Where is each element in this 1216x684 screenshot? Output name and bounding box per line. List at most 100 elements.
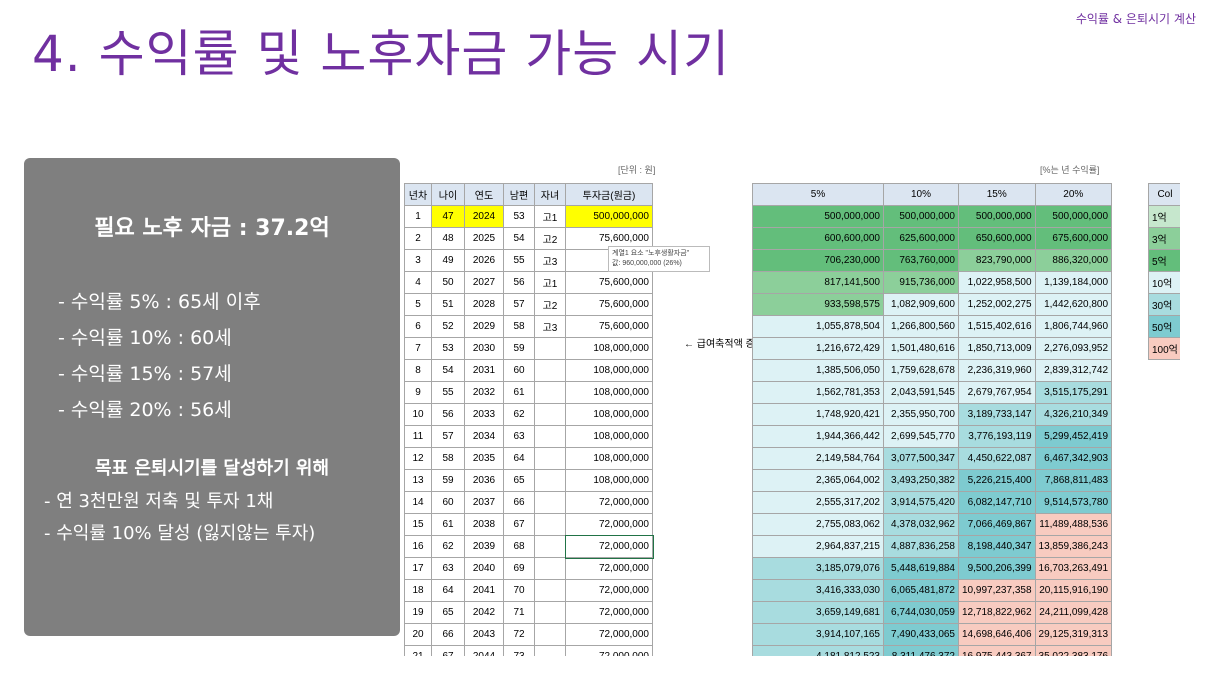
table-cell[interactable]: 12 — [404, 447, 432, 470]
value-cell[interactable]: 1,022,958,500 — [958, 271, 1036, 294]
table-cell[interactable]: 72,000,000 — [565, 557, 653, 580]
table-cell[interactable] — [534, 337, 566, 360]
value-cell[interactable]: 8,198,440,347 — [958, 535, 1036, 558]
table-cell[interactable]: 66 — [503, 491, 535, 514]
table-cell[interactable] — [534, 469, 566, 492]
table-cell[interactable] — [534, 535, 566, 558]
value-cell[interactable]: 500,000,000 — [1034, 205, 1113, 228]
value-cell[interactable]: 2,555,317,202 — [752, 491, 884, 514]
table-cell[interactable]: 72,000,000 — [565, 623, 653, 646]
value-cell[interactable]: 2,276,093,952 — [1034, 337, 1113, 360]
table-cell[interactable]: 53 — [503, 205, 535, 228]
value-cell[interactable]: 7,066,469,867 — [958, 513, 1036, 536]
table-cell[interactable] — [534, 425, 566, 448]
value-cell[interactable]: 1,759,628,678 — [883, 359, 959, 382]
table-cell[interactable]: 72,000,000 — [565, 601, 653, 624]
value-cell[interactable]: 6,744,030,059 — [883, 601, 959, 624]
value-cell[interactable]: 763,760,000 — [883, 249, 959, 272]
table-cell[interactable]: 2043 — [464, 623, 504, 646]
table-cell[interactable] — [534, 601, 566, 624]
value-cell[interactable]: 1,501,480,616 — [883, 337, 959, 360]
table-cell[interactable]: 64 — [431, 579, 465, 602]
table-cell[interactable]: 48 — [431, 227, 465, 250]
value-cell[interactable]: 11,489,488,536 — [1034, 513, 1113, 536]
spreadsheet[interactable]: [단위 : 원] [%는 년 수익률] 년차 나이 연도 남편 자녀 투자금(원금) 14… — [404, 160, 1180, 656]
value-cell[interactable]: 2,149,584,764 — [752, 447, 884, 470]
value-cell[interactable]: 5,299,452,419 — [1034, 425, 1113, 448]
table-cell[interactable] — [534, 645, 566, 656]
table-cell[interactable]: 62 — [431, 535, 465, 558]
table-cell[interactable]: 2030 — [464, 337, 504, 360]
table-cell[interactable]: 2042 — [464, 601, 504, 624]
table-cell[interactable]: 57 — [431, 425, 465, 448]
value-cell[interactable]: 13,859,386,243 — [1034, 535, 1113, 558]
table-cell[interactable]: 72,000,000 — [565, 491, 653, 514]
value-cell[interactable]: 12,718,822,962 — [958, 601, 1036, 624]
table-cell[interactable]: 2032 — [464, 381, 504, 404]
table-cell[interactable]: 7 — [404, 337, 432, 360]
table-cell[interactable]: 108,000,000 — [565, 469, 653, 492]
value-cell[interactable]: 650,600,000 — [958, 227, 1036, 250]
table-cell[interactable]: 63 — [503, 425, 535, 448]
table-cell[interactable]: 55 — [503, 249, 535, 272]
table-cell[interactable]: 21 — [404, 645, 432, 656]
value-cell[interactable]: 2,355,950,700 — [883, 403, 959, 426]
table-cell[interactable]: 108,000,000 — [565, 425, 653, 448]
value-cell[interactable]: 1,850,713,009 — [958, 337, 1036, 360]
table-cell[interactable]: 2029 — [464, 315, 504, 338]
value-cell[interactable]: 1,385,506,050 — [752, 359, 884, 382]
table-cell[interactable]: 2 — [404, 227, 432, 250]
value-cell[interactable]: 29,125,319,313 — [1034, 623, 1113, 646]
table-cell[interactable]: 59 — [503, 337, 535, 360]
table-cell[interactable]: 59 — [431, 469, 465, 492]
table-cell[interactable]: 65 — [431, 601, 465, 624]
value-cell[interactable]: 2,043,591,545 — [883, 381, 959, 404]
value-cell[interactable]: 1,442,620,800 — [1034, 293, 1113, 316]
table-cell[interactable]: 63 — [431, 557, 465, 580]
value-cell[interactable]: 5,448,619,884 — [883, 557, 959, 580]
table-cell[interactable]: 53 — [431, 337, 465, 360]
table-cell[interactable]: 55 — [431, 381, 465, 404]
table-cell[interactable]: 50 — [431, 271, 465, 294]
value-cell[interactable]: 4,450,622,087 — [958, 447, 1036, 470]
value-cell[interactable]: 16,975,443,367 — [958, 645, 1036, 656]
table-cell[interactable]: 71 — [503, 601, 535, 624]
value-cell[interactable]: 1,055,878,504 — [752, 315, 884, 338]
table-cell[interactable]: 4 — [404, 271, 432, 294]
table-cell[interactable]: 2027 — [464, 271, 504, 294]
value-cell[interactable]: 5,226,215,400 — [958, 469, 1036, 492]
table-cell[interactable]: 60 — [431, 491, 465, 514]
table-cell[interactable]: 60 — [503, 359, 535, 382]
table-cell[interactable] — [534, 403, 566, 426]
value-cell[interactable]: 817,141,500 — [752, 271, 884, 294]
value-cell[interactable]: 9,514,573,780 — [1034, 491, 1113, 514]
table-cell[interactable]: 54 — [431, 359, 465, 382]
value-cell[interactable]: 1,515,402,616 — [958, 315, 1036, 338]
value-cell[interactable]: 625,600,000 — [883, 227, 959, 250]
table-cell[interactable]: 10 — [404, 403, 432, 426]
table-cell[interactable] — [534, 557, 566, 580]
value-cell[interactable]: 3,776,193,119 — [958, 425, 1036, 448]
table-cell[interactable]: 108,000,000 — [565, 381, 653, 404]
table-cell[interactable]: 2033 — [464, 403, 504, 426]
table-cell[interactable]: 73 — [503, 645, 535, 656]
table-cell[interactable]: 58 — [503, 315, 535, 338]
table-cell[interactable]: 2038 — [464, 513, 504, 536]
table-cell[interactable]: 64 — [503, 447, 535, 470]
table-cell[interactable]: 72,000,000 — [565, 513, 653, 536]
value-cell[interactable]: 2,699,545,770 — [883, 425, 959, 448]
table-cell[interactable]: 13 — [404, 469, 432, 492]
table-cell[interactable]: 108,000,000 — [565, 337, 653, 360]
value-cell[interactable]: 3,185,079,076 — [752, 557, 884, 580]
table-cell[interactable]: 2025 — [464, 227, 504, 250]
table-cell[interactable]: 69 — [503, 557, 535, 580]
value-cell[interactable]: 3,914,575,420 — [883, 491, 959, 514]
table-cell[interactable]: 2044 — [464, 645, 504, 656]
table-cell[interactable]: 2034 — [464, 425, 504, 448]
table-cell[interactable]: 18 — [404, 579, 432, 602]
value-cell[interactable]: 3,189,733,147 — [958, 403, 1036, 426]
value-cell[interactable]: 500,000,000 — [883, 205, 959, 228]
value-cell[interactable]: 4,378,032,962 — [883, 513, 959, 536]
table-cell[interactable]: 고3 — [534, 249, 566, 272]
table-cell[interactable]: 61 — [431, 513, 465, 536]
